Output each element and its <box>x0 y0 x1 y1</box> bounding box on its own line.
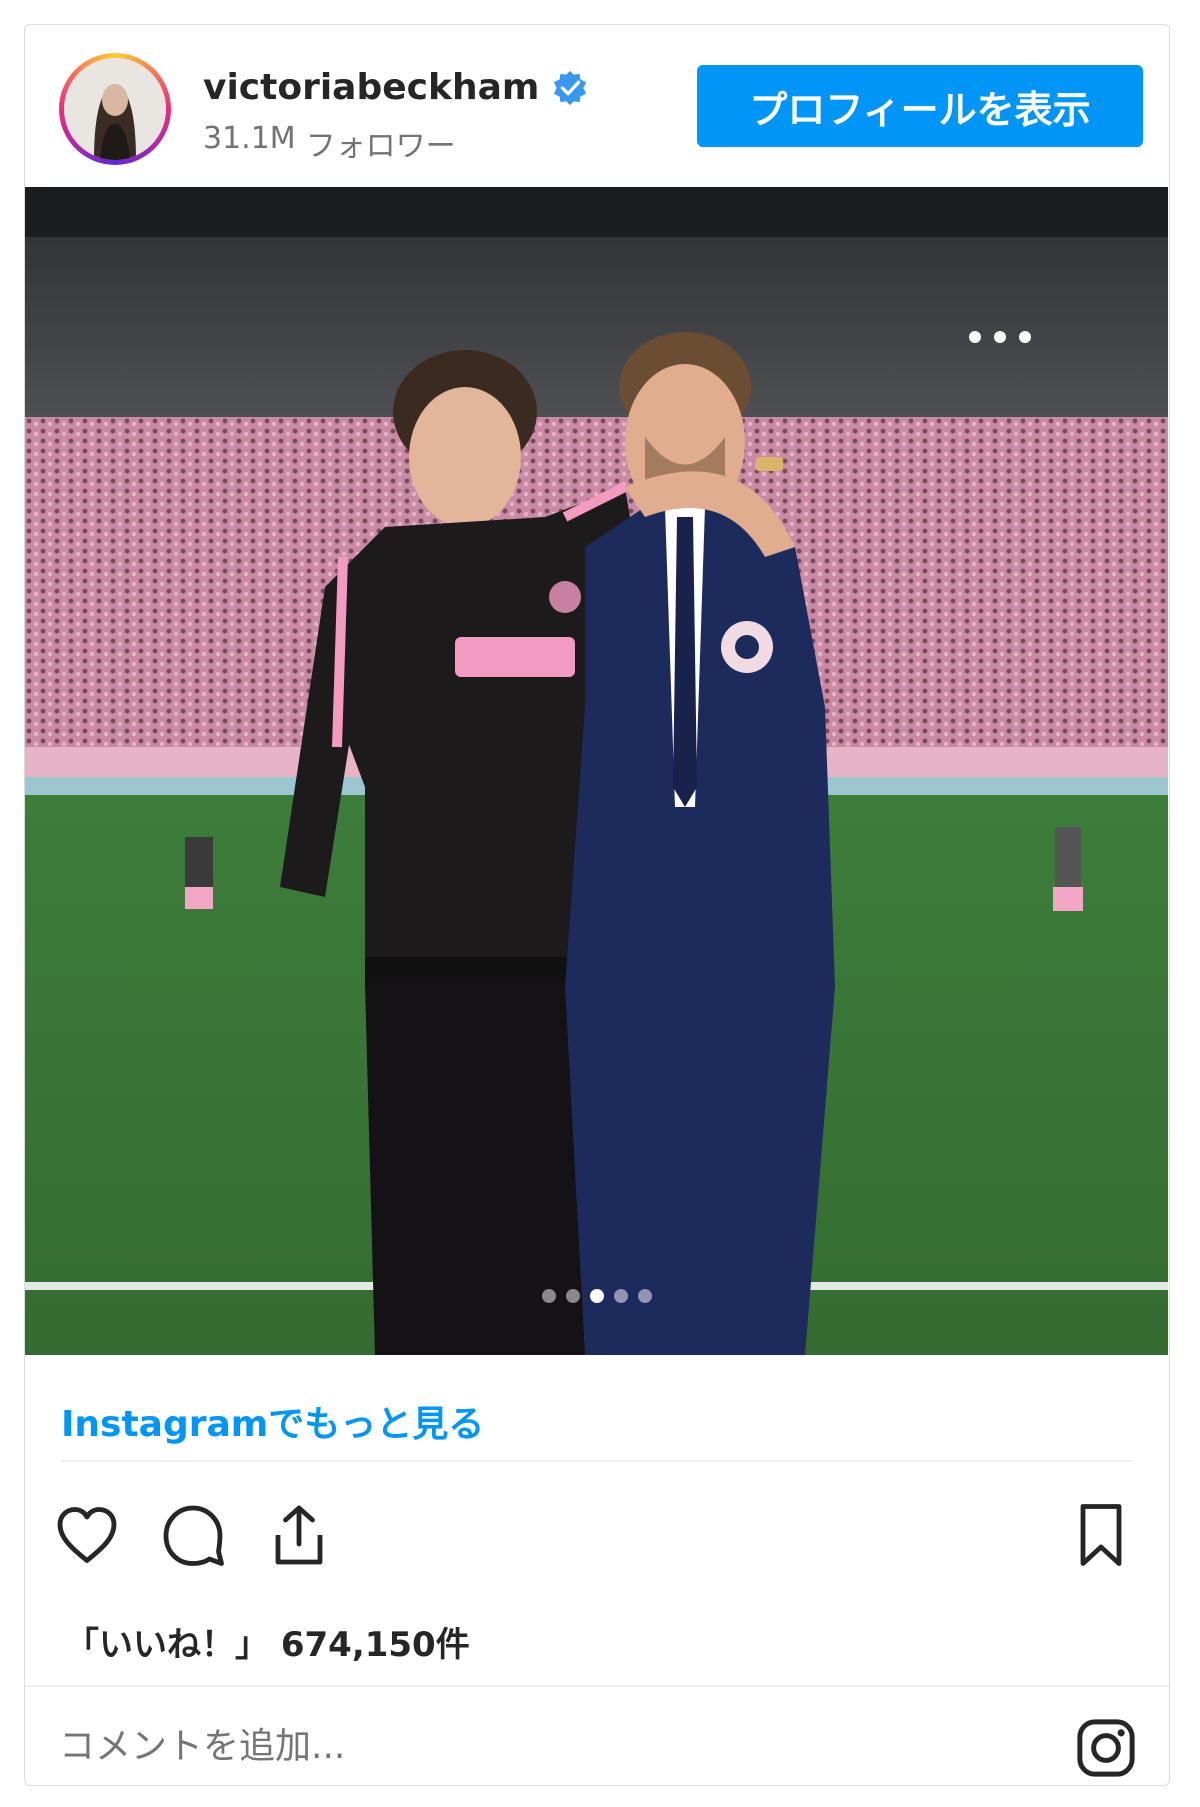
view-profile-button[interactable]: プロフィールを表示 <box>697 65 1143 147</box>
follower-count: 31.1M フォロワー <box>203 121 456 165</box>
divider <box>25 1685 1169 1687</box>
bookmark-icon[interactable] <box>1065 1499 1137 1575</box>
carousel-indicator <box>25 1289 1168 1303</box>
username[interactable]: victoriabeckham <box>203 67 589 108</box>
share-icon[interactable] <box>263 1499 335 1575</box>
carousel-dot-active[interactable] <box>589 1289 604 1303</box>
likes-number: 674,150件 <box>280 1625 470 1665</box>
comment-input[interactable] <box>57 1725 761 1768</box>
carousel-dot[interactable] <box>613 1289 628 1303</box>
followers-label: フォロワー <box>305 129 456 164</box>
followers-number: 31.1M <box>203 121 296 156</box>
instagram-embed-card: victoriabeckham 31.1M フォロワー プロフィールを表示 In… <box>24 24 1170 1786</box>
instagram-logo-icon[interactable] <box>1073 1715 1139 1785</box>
carousel-dot[interactable] <box>565 1289 580 1303</box>
carousel-dot[interactable] <box>637 1289 652 1303</box>
comment-icon[interactable] <box>157 1499 229 1575</box>
verified-badge-icon <box>551 69 589 107</box>
avatar[interactable] <box>59 53 171 165</box>
divider <box>61 1460 1133 1462</box>
heart-icon[interactable] <box>51 1499 123 1575</box>
view-more-on-instagram-link[interactable]: Instagramでもっと見る <box>61 1395 484 1447</box>
likes-label: 「いいね！」 <box>65 1625 269 1665</box>
like-count: 「いいね！」 674,150件 <box>65 1617 470 1666</box>
post-photo[interactable] <box>25 187 1168 1355</box>
username-text[interactable]: victoriabeckham <box>203 67 539 108</box>
carousel-dot[interactable] <box>541 1289 556 1303</box>
post-image <box>25 187 1168 1355</box>
